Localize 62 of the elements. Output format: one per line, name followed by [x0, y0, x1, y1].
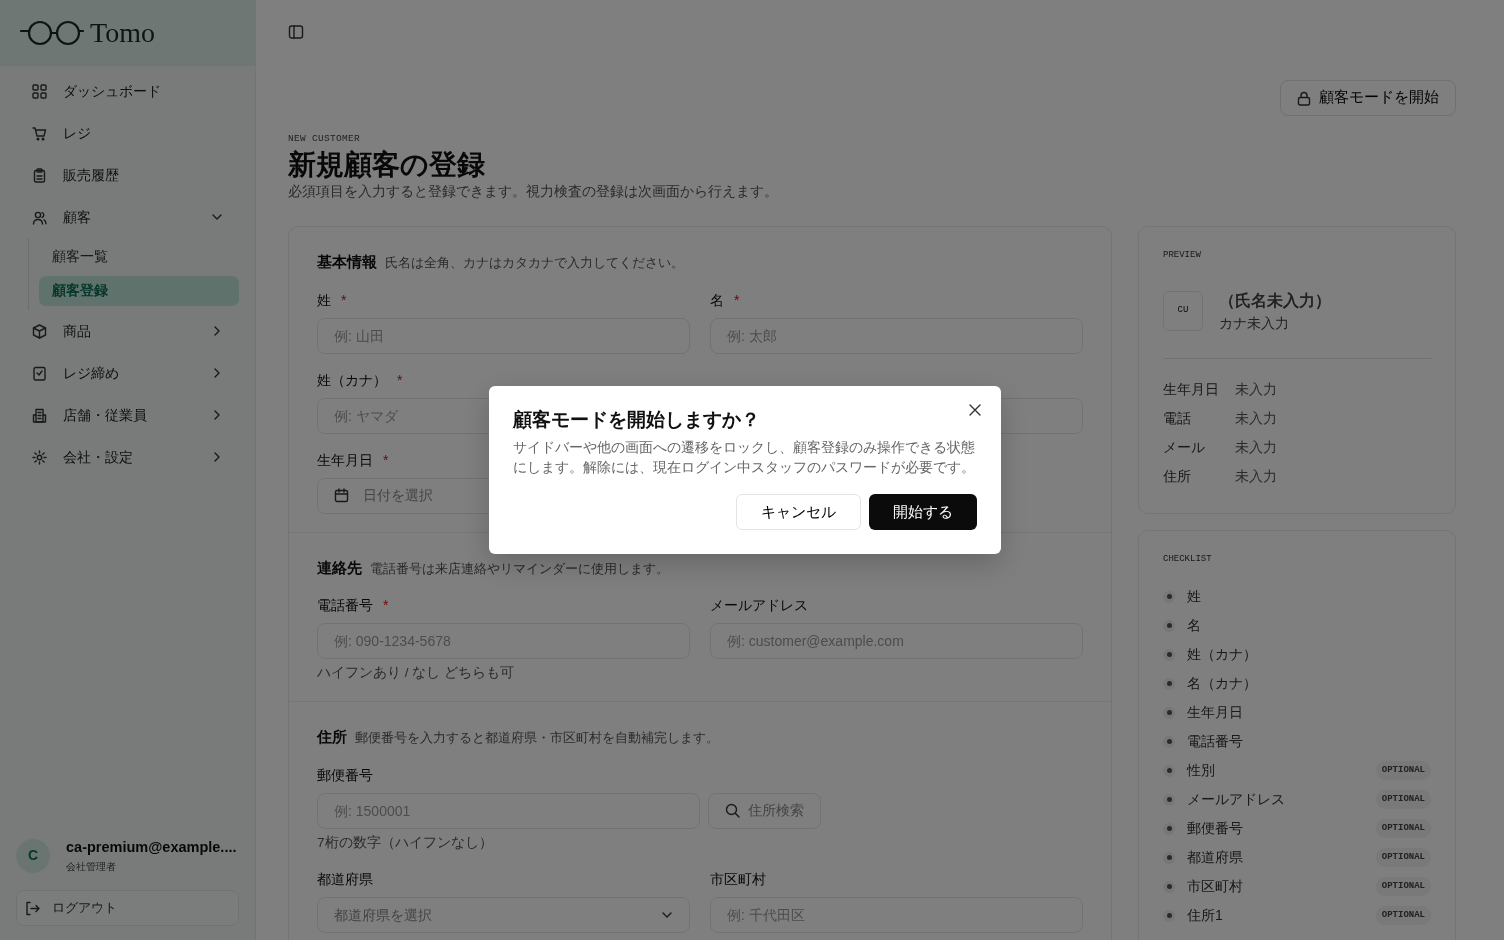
- field-help: ハイフンあり / なし どちらも可: [317, 664, 515, 683]
- page-eyebrow: NEW CUSTOMER: [288, 132, 361, 146]
- checklist-item: 住所1: [1187, 906, 1223, 926]
- dialog-description: サイドバーや他の画面への遷移をロックし、顧客登録のみ操作できる状態にします。解除には、現在ログイン中スタッフのパスワードが必要です。: [513, 438, 976, 477]
- logo-text: Tomo: [90, 16, 155, 50]
- field-label: 姓: [317, 290, 331, 310]
- dialog-title: 顧客モードを開始しますか？: [513, 408, 761, 432]
- customer-kana: カナ未入力: [1219, 313, 1290, 333]
- checklist-item: 姓（カナ）: [1187, 645, 1257, 665]
- detail-value: 未入力: [1235, 466, 1277, 486]
- field-label: 都道府県: [317, 870, 373, 890]
- detail-label: 住所: [1163, 466, 1192, 486]
- detail-value: 未入力: [1235, 408, 1277, 428]
- detail-value: 未入力: [1235, 379, 1277, 399]
- detail-label: 電話: [1163, 408, 1192, 428]
- required-mark: *: [397, 370, 403, 390]
- user-role: 会社管理者: [66, 860, 117, 874]
- checklist-item: 姓: [1187, 587, 1201, 607]
- field-label: 姓（カナ）: [317, 370, 387, 390]
- detail-label: メール: [1163, 437, 1206, 457]
- section-title: 住所: [317, 727, 347, 748]
- page-subtitle: 必須項目を入力すると登録できます。視力検査の登録は次画面から行えます。: [288, 182, 779, 201]
- checklist-item: 名（カナ）: [1187, 674, 1257, 694]
- checklist-item: 電話番号: [1187, 732, 1243, 752]
- required-mark: *: [383, 596, 389, 616]
- page-title: 新規顧客の登録: [288, 148, 486, 182]
- section-title: 連絡先: [317, 557, 362, 578]
- field-label: 名: [710, 290, 724, 310]
- checklist-item: メールアドレス: [1187, 790, 1285, 810]
- avatar-initials: CU: [1163, 291, 1203, 332]
- detail-label: 生年月日: [1163, 379, 1220, 399]
- optional-tag: OPTIONAL: [1375, 760, 1431, 781]
- customer-name: （氏名未入力）: [1219, 290, 1331, 311]
- section-hint: 電話番号は来店連絡やリマインダーに使用します。: [370, 559, 669, 578]
- field-label: 電話番号: [317, 596, 373, 616]
- panel-label: CHECKLIST: [1163, 552, 1213, 566]
- required-mark: *: [341, 290, 347, 310]
- user-avatar: C: [16, 838, 50, 873]
- user-email: ca-premium@example....: [66, 838, 237, 858]
- field-label: 郵便番号: [317, 765, 373, 785]
- field-label: メールアドレス: [710, 596, 808, 616]
- section-hint: 郵便番号を入力すると都道府県・市区町村を自動補完します。: [355, 729, 719, 748]
- detail-value: 未入力: [1235, 437, 1277, 457]
- checklist-item: 名: [1187, 616, 1201, 636]
- optional-tag: OPTIONAL: [1375, 789, 1431, 810]
- section-title: 基本情報: [317, 252, 377, 273]
- checklist-item: 性別: [1187, 761, 1215, 781]
- optional-tag: OPTIONAL: [1375, 818, 1431, 839]
- required-mark: *: [383, 450, 389, 470]
- section-hint: 氏名は全角、カナはカタカナで入力してください。: [385, 254, 684, 273]
- field-label: 生年月日: [317, 450, 373, 470]
- optional-tag: OPTIONAL: [1375, 905, 1431, 926]
- field-label: 市区町村: [710, 870, 766, 890]
- checklist-item: 都道府県: [1187, 848, 1243, 868]
- panel-label: PREVIEW: [1163, 249, 1202, 263]
- required-mark: *: [734, 290, 740, 310]
- optional-tag: OPTIONAL: [1375, 876, 1431, 897]
- checklist-item: 生年月日: [1187, 703, 1243, 723]
- checklist-item: 郵便番号: [1187, 819, 1243, 839]
- optional-tag: OPTIONAL: [1375, 847, 1431, 868]
- field-help: 7桁の数字（ハイフンなし）: [317, 833, 494, 852]
- checklist-item: 市区町村: [1187, 877, 1243, 897]
